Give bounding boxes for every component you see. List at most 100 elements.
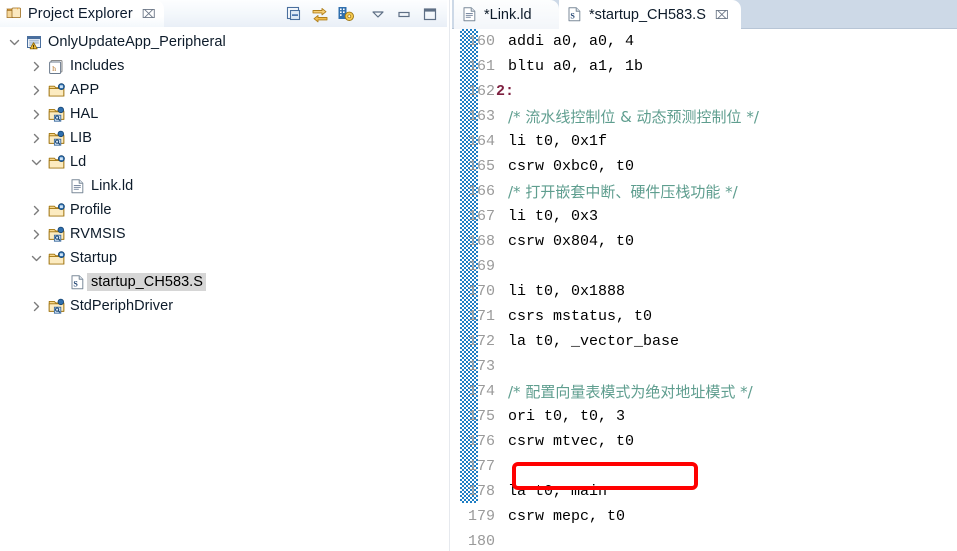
chevron-right-icon[interactable] xyxy=(30,300,43,313)
code-line[interactable]: 172 la t0, _vector_base xyxy=(452,329,957,354)
tree-item-stdperiphdriver[interactable]: StdPeriphDriver xyxy=(0,294,447,318)
source-folder-icon xyxy=(48,202,66,219)
chevron-down-icon[interactable] xyxy=(369,5,387,23)
tree-item-lib[interactable]: LIB xyxy=(0,126,447,150)
code-line[interactable]: 161 bltu a0, a1, 1b xyxy=(452,54,957,79)
tree-item-rvmsis[interactable]: RVMSIS xyxy=(0,222,447,246)
code-line[interactable]: 176 csrw mtvec, t0 xyxy=(452,429,957,454)
code-line[interactable]: 163 /* 流水线控制位 & 动态预测控制位 */ xyxy=(452,104,957,129)
tab-project-explorer[interactable]: Project Explorer ⌧ xyxy=(0,0,164,27)
tree-item-hal[interactable]: HAL xyxy=(0,102,447,126)
svg-text:S: S xyxy=(570,11,575,20)
editor-tab-startup-ch583-s[interactable]: S *startup_CH583.S ⌧ xyxy=(559,0,741,29)
includes-icon: h xyxy=(48,58,66,75)
tree-item-ld[interactable]: Ld xyxy=(0,150,447,174)
code-text: addi a0, a0, 4 xyxy=(508,33,635,50)
project-tree[interactable]: OnlyUpdateApp_Peripheral h Includes APP HAL L… xyxy=(0,30,447,551)
line-number: 164 xyxy=(467,133,495,150)
chevron-right-icon[interactable] xyxy=(30,84,43,97)
tree-item-label: RVMSIS xyxy=(70,226,126,242)
source-code-viewer[interactable]: 160 addi a0, a0, 4 161 bltu a0, a1, 1b 162 2:… xyxy=(452,29,957,551)
project-explorer-view: Project Explorer ⌧ OnlyUpdateApp_Periphe… xyxy=(0,0,447,551)
line-number: 179 xyxy=(467,508,495,525)
view-menu-icon[interactable] xyxy=(337,5,355,23)
source-folder-icon xyxy=(48,250,66,267)
code-line[interactable]: 171 csrs mstatus, t0 xyxy=(452,304,957,329)
tree-item-label: Ld xyxy=(70,154,87,170)
collapse-all-icon[interactable] xyxy=(285,5,303,23)
asm-file-icon: S xyxy=(69,274,87,291)
minimize-icon[interactable] xyxy=(395,5,413,23)
code-line[interactable]: 173 xyxy=(452,354,957,379)
close-icon[interactable]: ⌧ xyxy=(715,9,729,21)
maximize-icon[interactable] xyxy=(421,5,439,23)
code-line[interactable]: 175 ori t0, t0, 3 xyxy=(452,404,957,429)
tree-item-startup[interactable]: Startup xyxy=(0,246,447,270)
tree-item-label: startup_CH583.S xyxy=(87,273,206,291)
line-number: 169 xyxy=(467,258,495,275)
line-number: 175 xyxy=(467,408,495,425)
tree-item-label: HAL xyxy=(70,106,99,122)
line-number: 171 xyxy=(467,308,495,325)
tree-item-link-ld[interactable]: Link.ld xyxy=(0,174,447,198)
chevron-right-icon[interactable] xyxy=(30,108,43,121)
code-line[interactable]: 180 xyxy=(452,529,957,551)
line-number: 162 xyxy=(467,83,495,100)
tree-item-onlyupdateapp-peripheral[interactable]: OnlyUpdateApp_Peripheral xyxy=(0,30,447,54)
code-line[interactable]: 168 csrw 0x804, t0 xyxy=(452,229,957,254)
code-line[interactable]: 160 addi a0, a0, 4 xyxy=(452,29,957,54)
code-line[interactable]: 167 li t0, 0x3 xyxy=(452,204,957,229)
code-line[interactable]: 166 /* 打开嵌套中断、硬件压栈功能 */ xyxy=(452,179,957,204)
chevron-right-icon[interactable] xyxy=(30,228,43,241)
chevron-right-icon[interactable] xyxy=(30,204,43,217)
editor-area: *Link.ld S *startup_CH583.S ⌧ 160 addi a0, a… xyxy=(452,0,957,551)
line-number: 173 xyxy=(467,358,495,375)
chevron-down-icon[interactable] xyxy=(8,36,21,49)
folder-filter-icon xyxy=(48,130,66,147)
line-number: 163 xyxy=(467,108,495,125)
folder-filter-icon xyxy=(48,298,66,315)
tree-item-startup-ch583-s[interactable]: Sstartup_CH583.S xyxy=(0,270,447,294)
link-with-editor-icon[interactable] xyxy=(311,5,329,23)
asm-file-icon: S xyxy=(566,6,584,23)
line-number: 178 xyxy=(467,483,495,500)
tree-item-includes[interactable]: h Includes xyxy=(0,54,447,78)
code-line[interactable]: 170 li t0, 0x1888 xyxy=(452,279,957,304)
project-warning-icon xyxy=(26,34,44,51)
code-line[interactable]: 165 csrw 0xbc0, t0 xyxy=(452,154,957,179)
code-line[interactable]: 164 li t0, 0x1f xyxy=(452,129,957,154)
code-line[interactable]: 174 /* 配置向量表模式为绝对地址模式 */ xyxy=(452,379,957,404)
code-text: li t0, 0x3 xyxy=(508,208,599,225)
code-text: csrw 0xbc0, t0 xyxy=(508,158,635,175)
chevron-right-icon[interactable] xyxy=(30,60,43,73)
line-number: 176 xyxy=(467,433,495,450)
code-text: li t0, 0x1f xyxy=(508,133,608,150)
tree-item-label: Startup xyxy=(70,250,118,266)
chevron-down-icon[interactable] xyxy=(30,156,43,169)
chevron-right-icon[interactable] xyxy=(30,132,43,145)
editor-tab-label: *startup_CH583.S xyxy=(589,6,706,23)
line-number: 167 xyxy=(467,208,495,225)
code-line[interactable]: 162 2: xyxy=(452,79,957,104)
code-text: csrw 0x804, t0 xyxy=(508,233,635,250)
chevron-down-icon[interactable] xyxy=(30,252,43,265)
svg-text:h: h xyxy=(52,63,56,72)
code-line[interactable]: 179 csrw mepc, t0 xyxy=(452,504,957,529)
code-line[interactable]: 177 xyxy=(452,454,957,479)
tree-item-app[interactable]: APP xyxy=(0,78,447,102)
code-text: li t0, 0x1888 xyxy=(508,283,626,300)
editor-tab-link-ld[interactable]: *Link.ld xyxy=(454,0,559,29)
code-line[interactable]: 169 xyxy=(452,254,957,279)
tree-item-profile[interactable]: Profile xyxy=(0,198,447,222)
code-text: /* 流水线控制位 & 动态预测控制位 */ xyxy=(508,108,759,126)
view-toolbar xyxy=(285,3,439,25)
close-icon[interactable]: ⌧ xyxy=(142,8,156,20)
tree-item-label: APP xyxy=(70,82,100,98)
twisty-none xyxy=(52,276,65,289)
source-folder-icon xyxy=(48,82,66,99)
code-lines: 160 addi a0, a0, 4 161 bltu a0, a1, 1b 162 2:… xyxy=(452,29,957,551)
sash-divider xyxy=(449,0,450,551)
code-line[interactable]: 178 la t0, main xyxy=(452,479,957,504)
line-number: 161 xyxy=(467,58,495,75)
svg-text:S: S xyxy=(73,279,78,288)
